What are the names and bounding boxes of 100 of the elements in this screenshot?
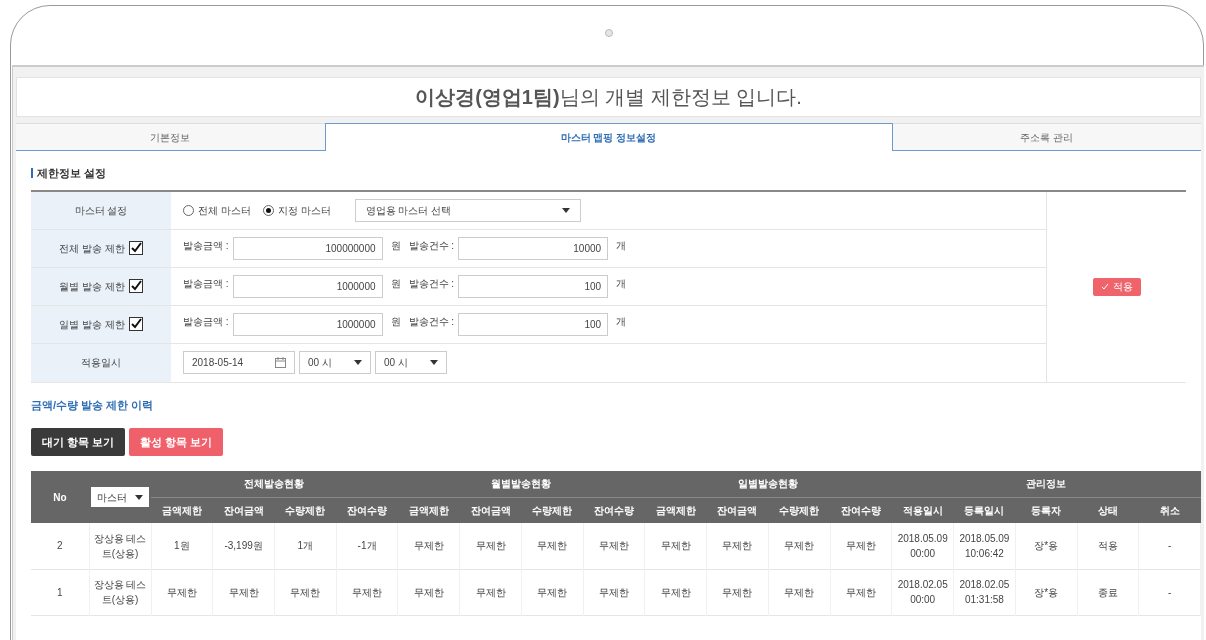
- column-header: 잔여금액: [706, 497, 769, 523]
- count-field[interactable]: 100: [458, 274, 609, 298]
- table-cell: -1개: [336, 523, 398, 569]
- unit-label: 개: [616, 238, 627, 253]
- table-cell: 무제한: [459, 569, 522, 615]
- view-button[interactable]: 대기 항목 보기: [31, 428, 126, 456]
- table-cell: 무제한: [336, 569, 398, 615]
- table-cell: 2018.02.05 00:00: [891, 569, 954, 615]
- unit-label: 개: [616, 276, 627, 291]
- table-cell: -: [1138, 523, 1201, 569]
- column-header: 수량제한: [274, 497, 337, 523]
- table-cell: 무제한: [274, 569, 337, 615]
- group-header: 전체발송현황: [151, 471, 398, 497]
- table-cell: -: [1138, 569, 1201, 615]
- row-label: 일별 발송 제한: [59, 317, 125, 332]
- check-icon: [1100, 283, 1109, 290]
- table-cell: 1: [31, 569, 89, 615]
- hour-select[interactable]: 00 시: [299, 351, 371, 374]
- table-cell: 적용: [1077, 523, 1139, 569]
- column-header: 상태: [1077, 497, 1139, 523]
- table-cell: 1개: [274, 523, 337, 569]
- radio-button[interactable]: [183, 204, 194, 216]
- radio-option[interactable]: 지정 마스터: [262, 202, 331, 218]
- table-cell: -3,199원: [212, 523, 275, 569]
- table-cell: 2018.05.09 10:06:42: [953, 523, 1016, 569]
- tab[interactable]: 마스터 맵핑 정보설정: [324, 123, 893, 151]
- table-cell: 무제한: [151, 569, 213, 615]
- checkbox[interactable]: [128, 317, 143, 331]
- table-cell: 2018.05.09 00:00: [891, 523, 954, 569]
- page-title: 이상경(영업1팀)님의 개별 제한정보 입니다.: [16, 77, 1201, 117]
- unit-label: 원: [390, 314, 401, 329]
- column-header: 수량제한: [768, 497, 831, 523]
- row-label: 월별 발송 제한: [59, 279, 125, 294]
- caret-icon: [430, 360, 438, 365]
- section-title: 제한정보 설정: [37, 166, 107, 181]
- radio-option[interactable]: 전체 마스터: [183, 202, 251, 218]
- master-select[interactable]: 영업용 마스터 선택: [354, 198, 581, 222]
- group-header: 관리정보: [891, 471, 1201, 497]
- table-cell: 무제한: [706, 569, 769, 615]
- tab[interactable]: 주소록 관리: [892, 123, 1201, 151]
- table-cell: 장*용: [1015, 523, 1077, 569]
- column-header: 잔여수량: [583, 497, 645, 523]
- radio-button[interactable]: [262, 204, 274, 216]
- column-header: 등록자: [1015, 497, 1077, 523]
- group-header: 월별발송현황: [397, 471, 645, 497]
- checkbox[interactable]: [128, 241, 143, 255]
- tab[interactable]: 기본정보: [16, 123, 325, 151]
- table-cell: 무제한: [706, 523, 769, 569]
- count-label: 발송건수 :: [408, 276, 455, 291]
- table-cell: 2018.02.05 01:31:58: [953, 569, 1016, 615]
- table-cell: 무제한: [768, 523, 831, 569]
- amount-field[interactable]: 1000000: [232, 274, 383, 298]
- unit-label: 개: [616, 314, 627, 329]
- column-header: 금액제한: [151, 497, 213, 523]
- table-cell: 무제한: [459, 523, 522, 569]
- unit-label: 원: [390, 276, 401, 291]
- count-field[interactable]: 100: [458, 312, 609, 336]
- table-cell: 무제한: [397, 523, 460, 569]
- table-cell: 무제한: [521, 523, 584, 569]
- table-cell: 2: [31, 523, 89, 569]
- row-label: 마스터 설정: [31, 191, 171, 229]
- checkbox[interactable]: [128, 279, 143, 293]
- count-label: 발송건수 :: [408, 314, 455, 329]
- table-cell: 장상용 테스트(상용): [89, 523, 151, 569]
- calendar-icon[interactable]: [275, 357, 286, 368]
- amount-label: 발송금액 :: [183, 314, 229, 329]
- column-header: 잔여금액: [212, 497, 275, 523]
- amount-field[interactable]: 1000000: [232, 312, 383, 336]
- caret-icon: [561, 207, 570, 213]
- group-header: 일별발송현황: [644, 471, 892, 497]
- table-cell: 무제한: [212, 569, 275, 615]
- amount-label: 발송금액 :: [183, 238, 229, 253]
- table-cell: 무제한: [768, 569, 831, 615]
- master-filter-select[interactable]: 마스터: [91, 487, 149, 507]
- table-cell: 무제한: [583, 569, 645, 615]
- table-cell: 무제한: [644, 523, 707, 569]
- column-header: 적용일시: [891, 497, 954, 523]
- table-cell: 무제한: [521, 569, 584, 615]
- section-marker-icon: [31, 168, 33, 179]
- table-cell: 종료: [1077, 569, 1139, 615]
- history-title: 금액/수량 발송 제한 이력: [31, 397, 155, 413]
- minute-select[interactable]: 00 시: [375, 351, 447, 374]
- column-header: 금액제한: [397, 497, 460, 523]
- column-header: 금액제한: [644, 497, 707, 523]
- amount-label: 발송금액 :: [183, 276, 229, 291]
- table-cell: 무제한: [583, 523, 645, 569]
- count-field[interactable]: 10000: [458, 236, 609, 260]
- table-cell: 장*용: [1015, 569, 1077, 615]
- row-label: 적용일시: [31, 343, 171, 382]
- column-header: 취소: [1138, 497, 1201, 523]
- table-cell: 무제한: [644, 569, 707, 615]
- column-header: 잔여수량: [336, 497, 398, 523]
- camera-icon: [605, 29, 613, 37]
- table-cell: 무제한: [830, 523, 892, 569]
- amount-field[interactable]: 100000000: [232, 236, 383, 260]
- table-cell: 무제한: [830, 569, 892, 615]
- date-field[interactable]: 2018-05-14: [183, 351, 295, 374]
- table-cell: 장상용 테스트(상용): [89, 569, 151, 615]
- table-cell: 무제한: [397, 569, 460, 615]
- column-header: 등록일시: [953, 497, 1016, 523]
